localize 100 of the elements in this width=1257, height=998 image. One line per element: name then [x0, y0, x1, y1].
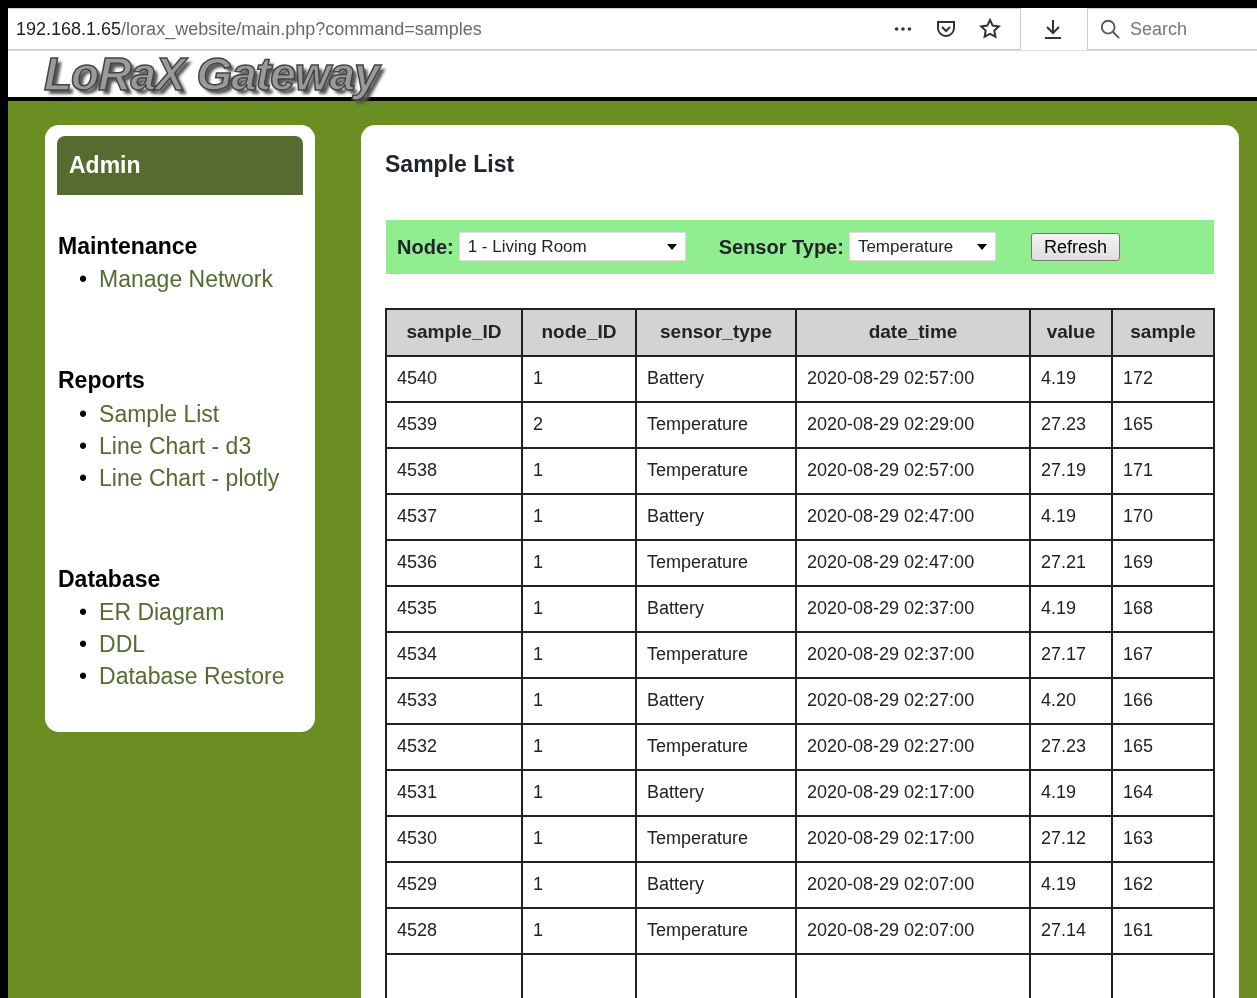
table-cell: 1 — [522, 769, 636, 816]
table-cell: 4535 — [386, 585, 522, 632]
star-icon[interactable] — [978, 17, 1002, 41]
table-cell: 4.20 — [1030, 677, 1112, 724]
table-cell: 167 — [1112, 631, 1214, 678]
url-host: 192.168.1.65 — [16, 17, 122, 39]
table-cell: 2020-08-29 02:17:00 — [796, 815, 1030, 862]
table-cell: Temperature — [636, 815, 796, 862]
table-cell: 164 — [1112, 769, 1214, 816]
table-cell: 4538 — [386, 447, 522, 494]
nav-link[interactable]: DDL — [99, 628, 146, 660]
table-cell: 2020-08-29 02:07:00 — [796, 861, 1030, 908]
table-cell: 27.23 — [1030, 401, 1112, 448]
table-cell: 27.14 — [1030, 907, 1112, 954]
column-header: date_time — [796, 308, 1030, 356]
table-cell: 2020-08-29 02:17:00 — [796, 769, 1030, 816]
table-cell: 4.19 — [1030, 861, 1112, 908]
section-heading: Maintenance — [58, 231, 199, 261]
table-cell: 4528 — [386, 907, 522, 954]
table-cell: 1 — [522, 447, 636, 494]
bullet: • — [79, 399, 88, 429]
url-path: /lorax_website/main.php?command=samples — [121, 17, 483, 42]
table-cell: Temperature — [636, 539, 796, 586]
table-cell: 165 — [1112, 723, 1214, 770]
table-cell: Temperature — [636, 723, 796, 770]
table-cell: 27.12 — [1030, 815, 1112, 862]
table-cell: Battery — [636, 585, 796, 632]
nav-link[interactable]: Line Chart - plotly — [99, 461, 280, 494]
nav-link[interactable]: Manage Network — [99, 263, 273, 295]
table-cell: 2 — [522, 401, 636, 448]
table-cell: 1 — [522, 585, 636, 632]
caret-icon[interactable] — [666, 243, 677, 250]
table-cell: 170 — [1112, 493, 1214, 540]
bullet: • — [79, 431, 88, 461]
table-cell: Battery — [636, 861, 796, 908]
table-cell: 2020-08-29 02:29:00 — [796, 401, 1030, 448]
section-heading: Reports — [58, 366, 146, 395]
sidebar-title: Admin — [57, 136, 303, 195]
table-cell: 1 — [522, 493, 636, 540]
page-title: Sample List — [385, 150, 516, 179]
table-cell: 1 — [522, 677, 636, 724]
table-cell: 4536 — [386, 539, 522, 586]
section-heading: Database — [58, 564, 162, 594]
bullet: • — [79, 265, 88, 294]
table-cell: 4529 — [386, 861, 522, 908]
table-cell: 2020-08-29 02:37:00 — [796, 631, 1030, 678]
bullet: • — [79, 598, 88, 627]
column-header: sample_ID — [386, 308, 522, 356]
table-cell: 1 — [522, 355, 636, 402]
table-cell: 168 — [1112, 585, 1214, 632]
select-field[interactable]: 1 - Living Room — [458, 232, 686, 261]
bullet: • — [79, 662, 88, 691]
table-cell: 2020-08-29 02:47:00 — [796, 539, 1030, 586]
table-cell: 4533 — [386, 677, 522, 724]
table-cell: 27.21 — [1030, 539, 1112, 586]
table-cell: 4532 — [386, 723, 522, 770]
table-cell: Temperature — [636, 907, 796, 954]
table-cell: 166 — [1112, 677, 1214, 724]
table-cell: 2020-08-29 02:27:00 — [796, 677, 1030, 724]
table-cell: 171 — [1112, 447, 1214, 494]
table-cell: Battery — [636, 677, 796, 724]
column-header: node_ID — [522, 308, 636, 356]
table-cell: Temperature — [636, 631, 796, 678]
table-cell: 169 — [1112, 539, 1214, 586]
table-cell: 2020-08-29 02:47:00 — [796, 493, 1030, 540]
filter-label: Sensor Type: — [718, 234, 844, 260]
table-cell: 172 — [1112, 355, 1214, 402]
column-header: sample — [1112, 308, 1214, 356]
table-cell: 27.23 — [1030, 723, 1112, 770]
search-field[interactable]: Search — [1087, 8, 1257, 50]
table-cell: 1 — [522, 907, 636, 954]
table-cell: 27.17 — [1030, 631, 1112, 678]
table-cell: Battery — [636, 769, 796, 816]
select-field[interactable]: Temperature — [848, 232, 996, 261]
table-cell: 4540 — [386, 355, 522, 402]
table-cell: Temperature — [636, 447, 796, 494]
table-cell: 4537 — [386, 493, 522, 540]
table-cell: 161 — [1112, 907, 1214, 954]
table-cell: 4530 — [386, 815, 522, 862]
column-header: value — [1030, 308, 1112, 356]
nav-link[interactable]: Sample List — [99, 397, 220, 430]
table-cell: 1 — [522, 723, 636, 770]
table-cell: 2020-08-29 02:07:00 — [796, 907, 1030, 954]
refresh-button[interactable]: Refresh — [1030, 232, 1120, 261]
table-cell: 1 — [522, 861, 636, 908]
table-cell: 4534 — [386, 631, 522, 678]
table-cell: 4539 — [386, 401, 522, 448]
nav-link[interactable]: ER Diagram — [99, 596, 225, 628]
bullet: • — [79, 630, 88, 659]
table-cell: 4.19 — [1030, 493, 1112, 540]
filter-label: Node: — [397, 234, 454, 260]
table-cell: 163 — [1112, 815, 1214, 862]
table-cell: 2020-08-29 02:37:00 — [796, 585, 1030, 632]
caret-icon[interactable] — [976, 243, 987, 250]
nav-link[interactable]: Line Chart - d3 — [99, 429, 252, 462]
table-cell: 4.19 — [1030, 769, 1112, 816]
table-cell: 1 — [522, 815, 636, 862]
nav-link[interactable]: Database Restore — [99, 660, 285, 692]
table-cell: 4.19 — [1030, 585, 1112, 632]
table-cell: 162 — [1112, 861, 1214, 908]
